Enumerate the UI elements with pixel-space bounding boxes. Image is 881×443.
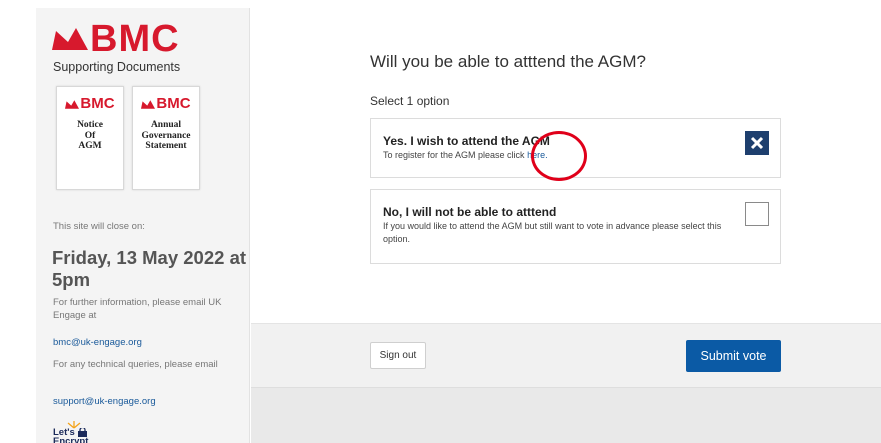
submit-vote-button[interactable]: Submit vote [686,340,781,372]
document-title: Notice Of AGM [77,120,103,151]
action-bar: Sign out Submit vote [251,323,881,387]
option-not-attend[interactable]: No, I will not be able to atttend If you… [370,189,781,264]
document-logo: BMC [57,96,123,112]
sidebar: BMC Supporting Documents BMC Notice Of A… [36,8,250,443]
top-margin [0,0,881,8]
document-annual-governance-statement[interactable]: BMC Annual Governance Statement [132,86,200,190]
lets-encrypt-badge: Let's Encrypt [53,420,93,443]
mountain-icon [141,99,156,109]
question-heading: Will you be able to atttend the AGM? [370,52,646,71]
option-description: If you would like to attend the AGM but … [383,221,722,244]
not-attend-checkbox[interactable] [745,202,769,226]
option-title: Yes. I wish to attend the AGM [383,134,550,148]
option-title: No, I will not be able to atttend [383,205,557,219]
page-footer [251,387,881,443]
annotation-circle [531,131,587,181]
sign-out-button[interactable]: Sign out [370,342,426,369]
supporting-documents-heading: Supporting Documents [53,60,181,74]
info-text: For further information, please email UK… [53,297,222,321]
document-logo-text: BMC [156,95,191,112]
logo-text: BMC [90,18,180,60]
main-panel: Will you be able to atttend the AGM? Sel… [251,8,881,443]
tech-text: For any technical queries, please email [53,359,218,370]
document-notice-of-agm[interactable]: BMC Notice Of AGM [56,86,124,190]
close-date: Friday, 13 May 2022 at 5pm [52,247,247,290]
lets-encrypt-text: Let's Encrypt [53,427,89,443]
check-x-icon [750,136,764,150]
select-hint: Select 1 option [370,94,450,108]
attend-checkbox[interactable] [745,131,769,155]
tech-email-link[interactable]: support@uk-engage.org [53,396,156,407]
document-title: Annual Governance Statement [141,120,191,151]
close-label: This site will close on: [53,221,145,232]
document-logo: BMC [133,96,199,112]
mountain-icon [65,99,80,109]
mountain-icon [52,28,88,50]
document-logo-text: BMC [80,95,115,112]
info-email-link[interactable]: bmc@uk-engage.org [53,337,142,348]
bmc-logo: BMC [52,20,180,58]
